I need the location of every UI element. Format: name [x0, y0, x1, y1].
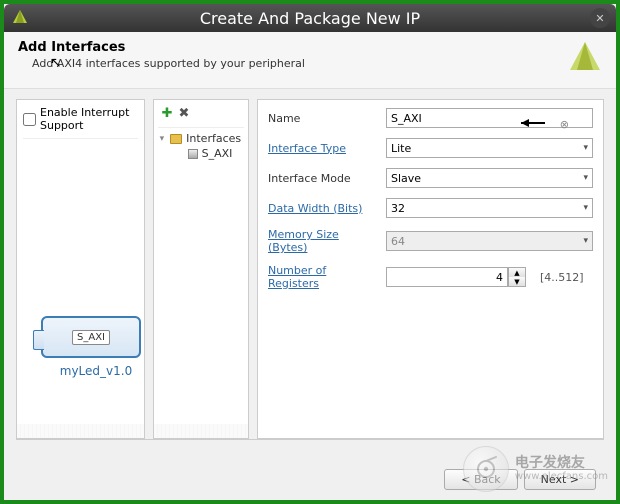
interfaces-tree-panel: ✚ ✖ Interfaces S_AXI: [153, 99, 249, 439]
spinner-up-icon[interactable]: ▲: [509, 268, 525, 277]
memory-size-label[interactable]: Memory Size (Bytes): [268, 228, 378, 254]
ip-port-label: S_AXI: [72, 330, 110, 345]
ip-name-label: myLed_v1.0: [41, 364, 151, 378]
app-logo-icon: [12, 9, 28, 29]
enable-interrupt-label: Enable Interrupt Support: [40, 106, 138, 132]
clear-input-icon[interactable]: ⊗: [560, 118, 569, 131]
num-registers-spinner[interactable]: ▲ ▼: [386, 267, 526, 287]
title-bar: Create And Package New IP ✕: [4, 4, 616, 32]
remove-interface-icon[interactable]: ✖: [179, 106, 190, 121]
add-interface-icon[interactable]: ✚: [162, 106, 173, 121]
interface-type-label[interactable]: Interface Type: [268, 142, 378, 155]
window-title: Create And Package New IP: [200, 9, 420, 28]
ip-block-preview: S_AXI myLed_v1.0: [41, 316, 151, 378]
panel-resize-handle[interactable]: [17, 424, 144, 438]
num-registers-range: [4..512]: [540, 271, 584, 284]
close-icon[interactable]: ✕: [590, 8, 610, 28]
page-subtitle: ↖ Add AXI4 interfaces supported by your …: [32, 57, 305, 70]
num-registers-label[interactable]: Number of Registers: [268, 264, 378, 290]
spinner-down-icon[interactable]: ▼: [509, 277, 525, 286]
memory-size-select: 64: [386, 231, 593, 251]
watermark-icon: [463, 446, 509, 492]
properties-panel: Name ⊗ Interface Type Lite Interface Mod…: [257, 99, 604, 439]
watermark-text-line1: 电子发烧友: [515, 456, 608, 471]
enable-interrupt-checkbox[interactable]: [23, 113, 36, 126]
wizard-header: Add Interfaces ↖ Add AXI4 interfaces sup…: [4, 32, 616, 89]
tree-item-s-axi[interactable]: S_AXI: [188, 147, 242, 160]
interface-mode-select[interactable]: Slave: [386, 168, 593, 188]
mouse-cursor-icon: ↖: [50, 55, 62, 71]
panel-resize-handle[interactable]: [154, 424, 248, 438]
tree-folder-interfaces[interactable]: Interfaces: [160, 132, 242, 145]
num-registers-input[interactable]: [386, 267, 508, 287]
page-title: Add Interfaces: [18, 40, 305, 55]
vendor-logo-icon: [568, 40, 602, 78]
name-label: Name: [268, 112, 378, 125]
annotation-arrow-icon: [519, 117, 549, 132]
interface-type-select[interactable]: Lite: [386, 138, 593, 158]
data-width-label[interactable]: Data Width (Bits): [268, 202, 378, 215]
interface-icon: [188, 149, 198, 159]
data-width-select[interactable]: 32: [386, 198, 593, 218]
watermark-text-line2: www.elecfans.com: [515, 471, 608, 482]
footer-separator: [16, 439, 604, 440]
folder-icon: [170, 134, 182, 144]
preview-panel: Enable Interrupt Support S_AXI myLed_v1.…: [16, 99, 145, 439]
interface-mode-label: Interface Mode: [268, 172, 378, 185]
ip-symbol: S_AXI: [41, 316, 141, 358]
watermark: 电子发烧友 www.elecfans.com: [463, 446, 608, 492]
